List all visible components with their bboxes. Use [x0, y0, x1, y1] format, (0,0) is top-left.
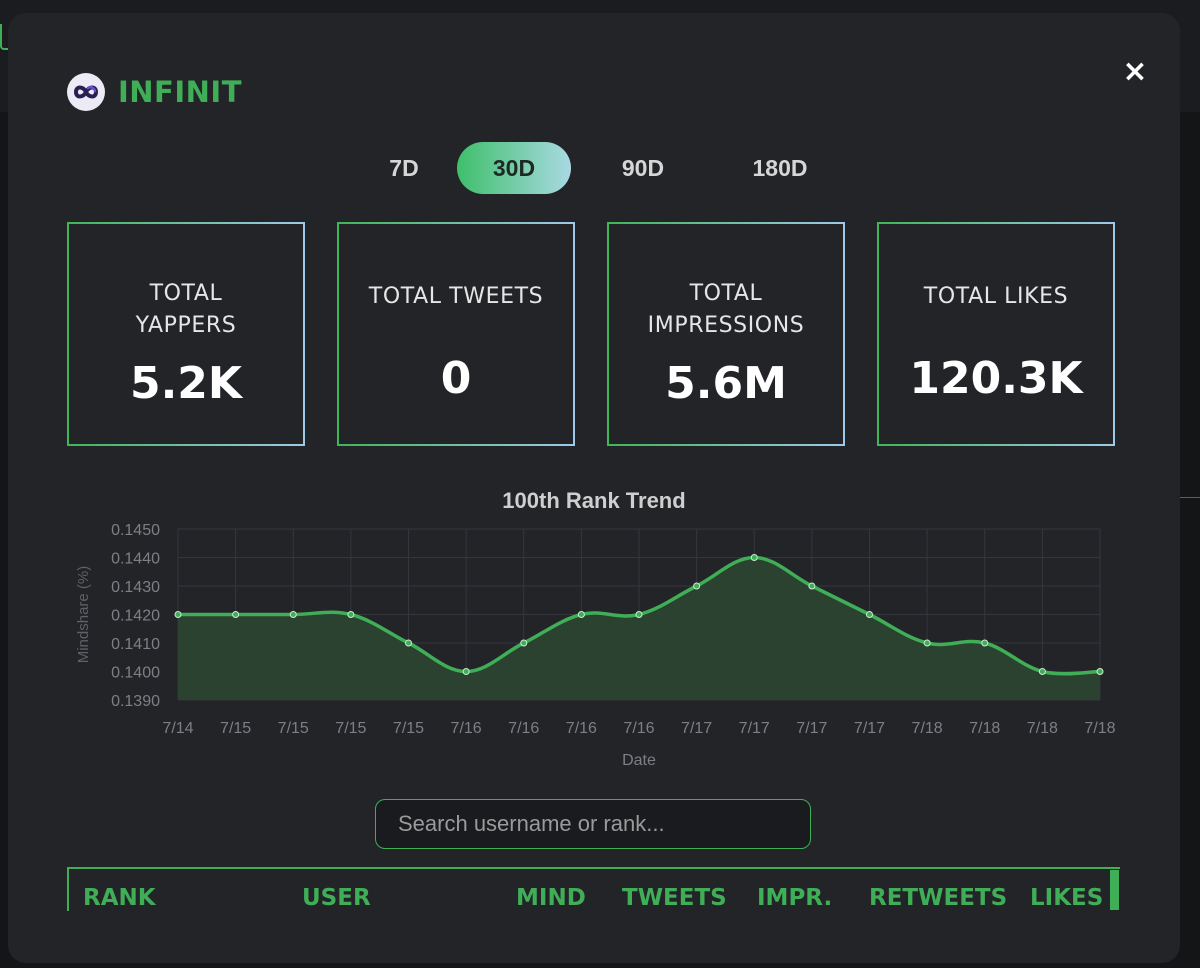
x-tick-label: 7/16 [451, 720, 482, 737]
y-tick-label: 0.1390 [111, 693, 160, 710]
column-header-retweets[interactable]: RETWEETS [869, 885, 1007, 911]
x-tick-label: 7/18 [912, 720, 943, 737]
data-point [693, 582, 701, 590]
y-tick-label: 0.1430 [111, 579, 160, 596]
x-tick-label: 7/15 [393, 720, 424, 737]
x-tick-label: 7/16 [508, 720, 539, 737]
data-point [923, 639, 931, 647]
column-header-rank[interactable]: RANK [83, 885, 156, 911]
x-tick-label: 7/15 [335, 720, 366, 737]
data-point [462, 668, 470, 675]
x-axis-label: Date [622, 752, 656, 769]
data-point [289, 611, 297, 618]
background-partial-glyph [0, 24, 8, 50]
data-point [405, 639, 412, 647]
data-point [981, 639, 989, 647]
data-point [866, 611, 873, 618]
y-tick-label: 0.1410 [111, 636, 160, 653]
stats-modal: × INFINIT 7D 30D 90D 180D TOTAL YAPPERS … [8, 13, 1180, 963]
data-point [1038, 668, 1046, 675]
y-tick-label: 0.1400 [111, 665, 160, 682]
rank-trend-chart: 0.1450 0.1440 0.1430 0.1420 0.1410 0.1400 0.13… [75, 522, 1116, 769]
y-axis-label: Mindshare (%) [75, 566, 92, 664]
data-point [174, 611, 182, 618]
column-header-tweets[interactable]: TWEETS [622, 885, 727, 911]
x-tick-label: 7/18 [1084, 720, 1115, 737]
data-point [1096, 668, 1104, 675]
x-tick-label: 7/15 [278, 720, 309, 737]
search-input[interactable] [375, 799, 811, 849]
data-point [750, 554, 758, 561]
x-tick-label: 7/16 [623, 720, 654, 737]
data-point [232, 611, 240, 618]
column-header-impr[interactable]: IMPR. [757, 885, 832, 911]
x-tick-label: 7/17 [796, 720, 827, 737]
x-tick-label: 7/14 [162, 720, 193, 737]
column-header-mind[interactable]: MIND [516, 885, 586, 911]
x-tick-label: 7/16 [566, 720, 597, 737]
data-point [635, 611, 643, 618]
x-tick-label: 7/18 [969, 720, 1000, 737]
x-tick-label: 7/17 [854, 720, 885, 737]
data-point [808, 582, 816, 590]
column-header-likes[interactable]: LIKES [1030, 885, 1103, 911]
table-scrollbar-thumb[interactable] [1110, 870, 1119, 910]
data-point [520, 639, 528, 647]
x-tick-label: 7/17 [681, 720, 712, 737]
table-header: RANK USER MIND TWEETS IMPR. RETWEETS LIK… [67, 867, 1120, 911]
x-tick-label: 7/18 [1027, 720, 1058, 737]
column-header-user[interactable]: USER [302, 885, 371, 911]
y-tick-label: 0.1450 [111, 522, 160, 539]
data-point [577, 611, 585, 618]
x-tick-label: 7/15 [220, 720, 251, 737]
data-point [347, 611, 355, 618]
y-tick-label: 0.1420 [111, 608, 160, 625]
y-tick-label: 0.1440 [111, 551, 160, 568]
x-tick-label: 7/17 [739, 720, 770, 737]
